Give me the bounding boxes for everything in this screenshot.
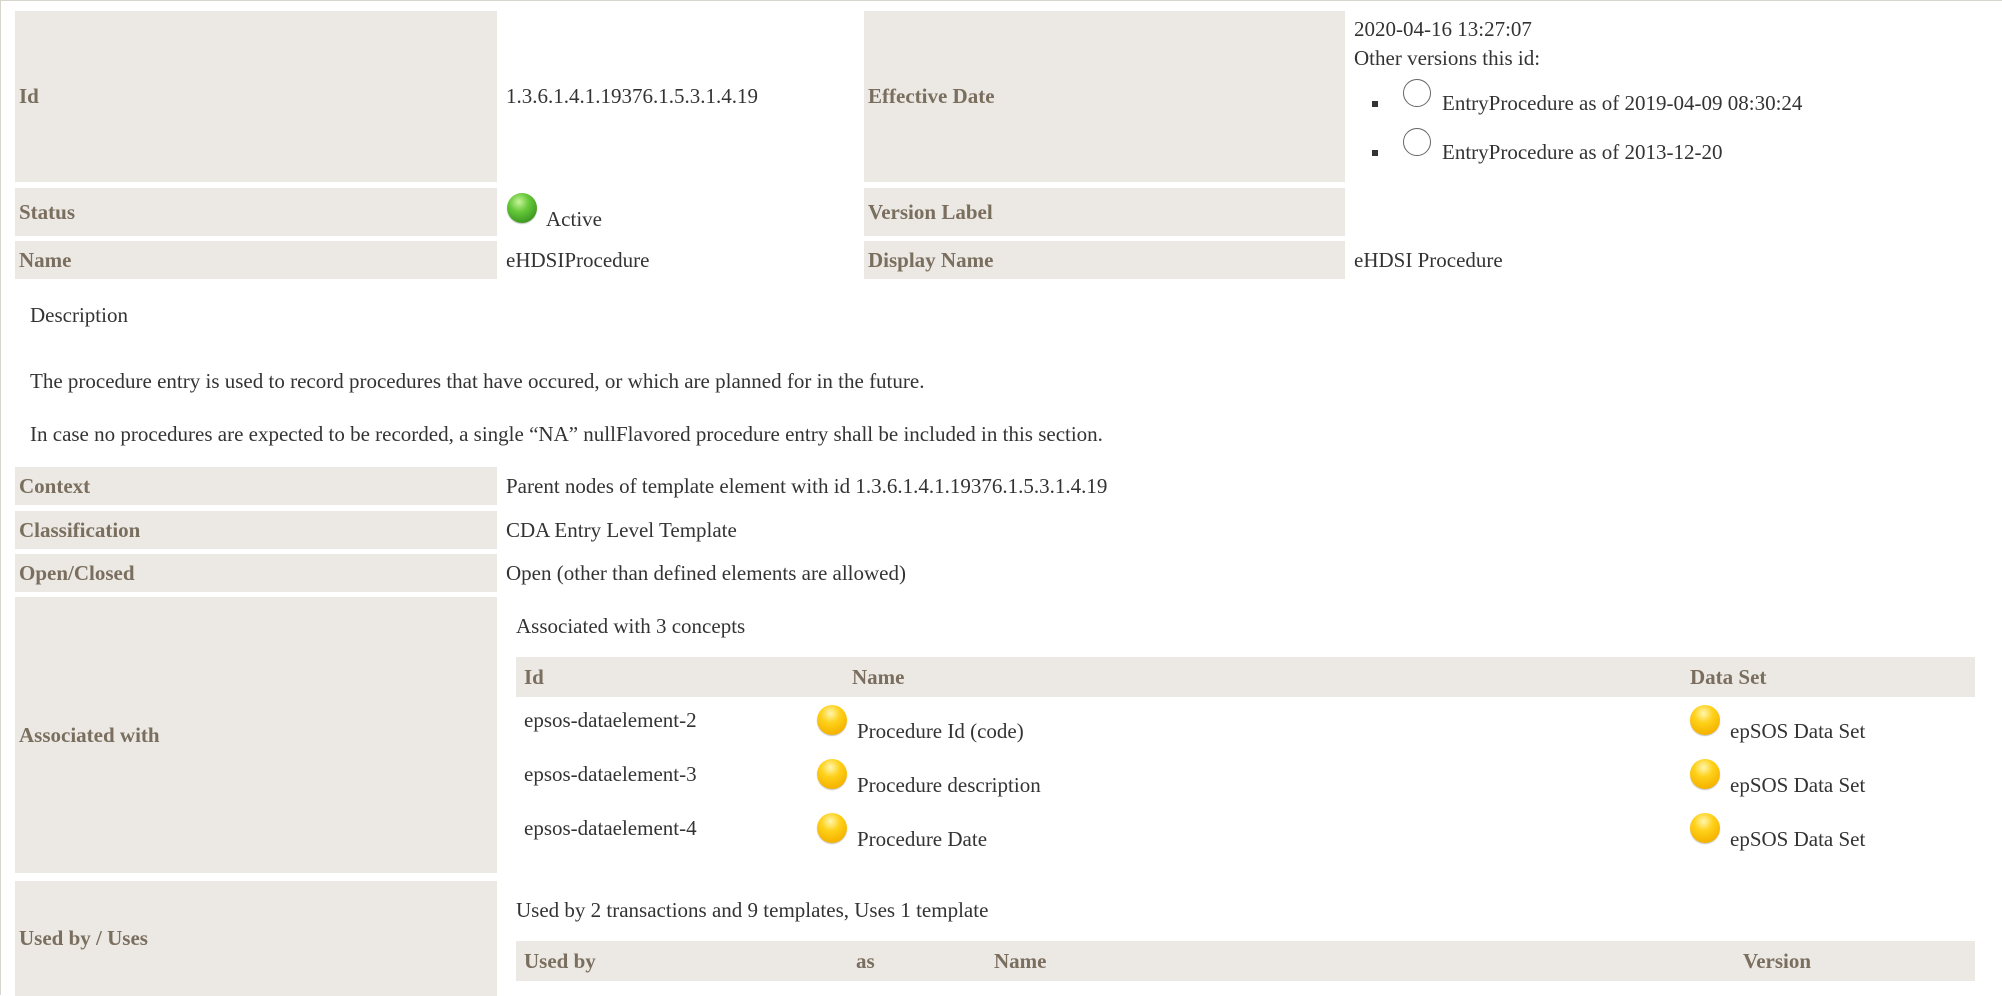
display-name-value: eHDSI Procedure <box>1354 247 1503 272</box>
description-title: Description <box>30 303 128 327</box>
used-by-label: Used by / Uses <box>15 881 497 996</box>
status-label: Status <box>15 188 497 236</box>
concept-id[interactable]: epsos-dataelement-4 <box>524 816 697 841</box>
column-header-id: Id <box>524 664 544 689</box>
dataset-status-icon <box>1690 813 1720 843</box>
name-label: Name <box>15 241 497 279</box>
template-detail-page: Id 1.3.6.1.4.1.19376.1.5.3.1.4.19 Effect… <box>0 0 2002 996</box>
associated-table-header: Id Name Data Set <box>516 657 1975 697</box>
other-version-label[interactable]: EntryProcedure as of 2013-12-20 <box>1442 140 1723 165</box>
concept-dataset[interactable]: epSOS Data Set <box>1730 773 1865 798</box>
column-header-name: Name <box>852 664 905 689</box>
column-header-name: Name <box>994 948 1047 973</box>
version-radio[interactable] <box>1403 128 1431 156</box>
concept-status-icon <box>817 705 847 735</box>
context-label: Context <box>15 467 497 505</box>
column-header-as: as <box>856 948 875 973</box>
other-version-label[interactable]: EntryProcedure as of 2019-04-09 08:30:24 <box>1442 91 1802 116</box>
status-active-icon <box>507 193 537 223</box>
column-header-used-by: Used by <box>524 948 596 973</box>
concept-dataset[interactable]: epSOS Data Set <box>1730 827 1865 852</box>
associated-with-label: Associated with <box>15 597 497 873</box>
associated-summary: Associated with 3 concepts <box>516 614 746 638</box>
dataset-status-icon <box>1690 759 1720 789</box>
description-paragraph: In case no procedures are expected to be… <box>30 422 1103 446</box>
id-value: 1.3.6.1.4.1.19376.1.5.3.1.4.19 <box>506 84 758 108</box>
used-by-summary: Used by 2 transactions and 9 templates, … <box>516 898 989 922</box>
dataset-status-icon <box>1690 705 1720 735</box>
id-label: Id <box>15 11 497 182</box>
used-by-table-header: Used by as Name Version <box>516 941 1975 981</box>
concept-dataset[interactable]: epSOS Data Set <box>1730 719 1865 744</box>
effective-date-value: 2020-04-16 13:27:07 <box>1354 17 1532 41</box>
effective-date-label: Effective Date <box>864 11 1345 182</box>
open-closed-value: Open (other than defined elements are al… <box>506 560 906 585</box>
other-versions-label: Other versions this id: <box>1354 46 1541 70</box>
open-closed-label: Open/Closed <box>15 554 497 592</box>
version-radio[interactable] <box>1403 79 1431 107</box>
concept-status-icon <box>817 759 847 789</box>
classification-label: Classification <box>15 511 497 549</box>
column-header-version: Version <box>1743 948 1812 973</box>
concept-name[interactable]: Procedure Date <box>857 827 987 852</box>
display-name-label: Display Name <box>864 241 1345 279</box>
name-value: eHDSIProcedure <box>506 247 650 272</box>
concept-id[interactable]: epsos-dataelement-3 <box>524 762 697 787</box>
column-header-dataset: Data Set <box>1690 664 1767 689</box>
version-label-label: Version Label <box>864 188 1345 236</box>
classification-value: CDA Entry Level Template <box>506 517 737 542</box>
concept-status-icon <box>817 813 847 843</box>
concept-name[interactable]: Procedure Id (code) <box>857 719 1024 744</box>
list-bullet <box>1372 150 1378 156</box>
status-value: Active <box>546 207 602 231</box>
description-paragraph: The procedure entry is used to record pr… <box>30 369 925 393</box>
concept-id[interactable]: epsos-dataelement-2 <box>524 708 697 733</box>
context-value: Parent nodes of template element with id… <box>506 473 1108 498</box>
list-bullet <box>1372 101 1378 107</box>
concept-name[interactable]: Procedure description <box>857 773 1041 798</box>
